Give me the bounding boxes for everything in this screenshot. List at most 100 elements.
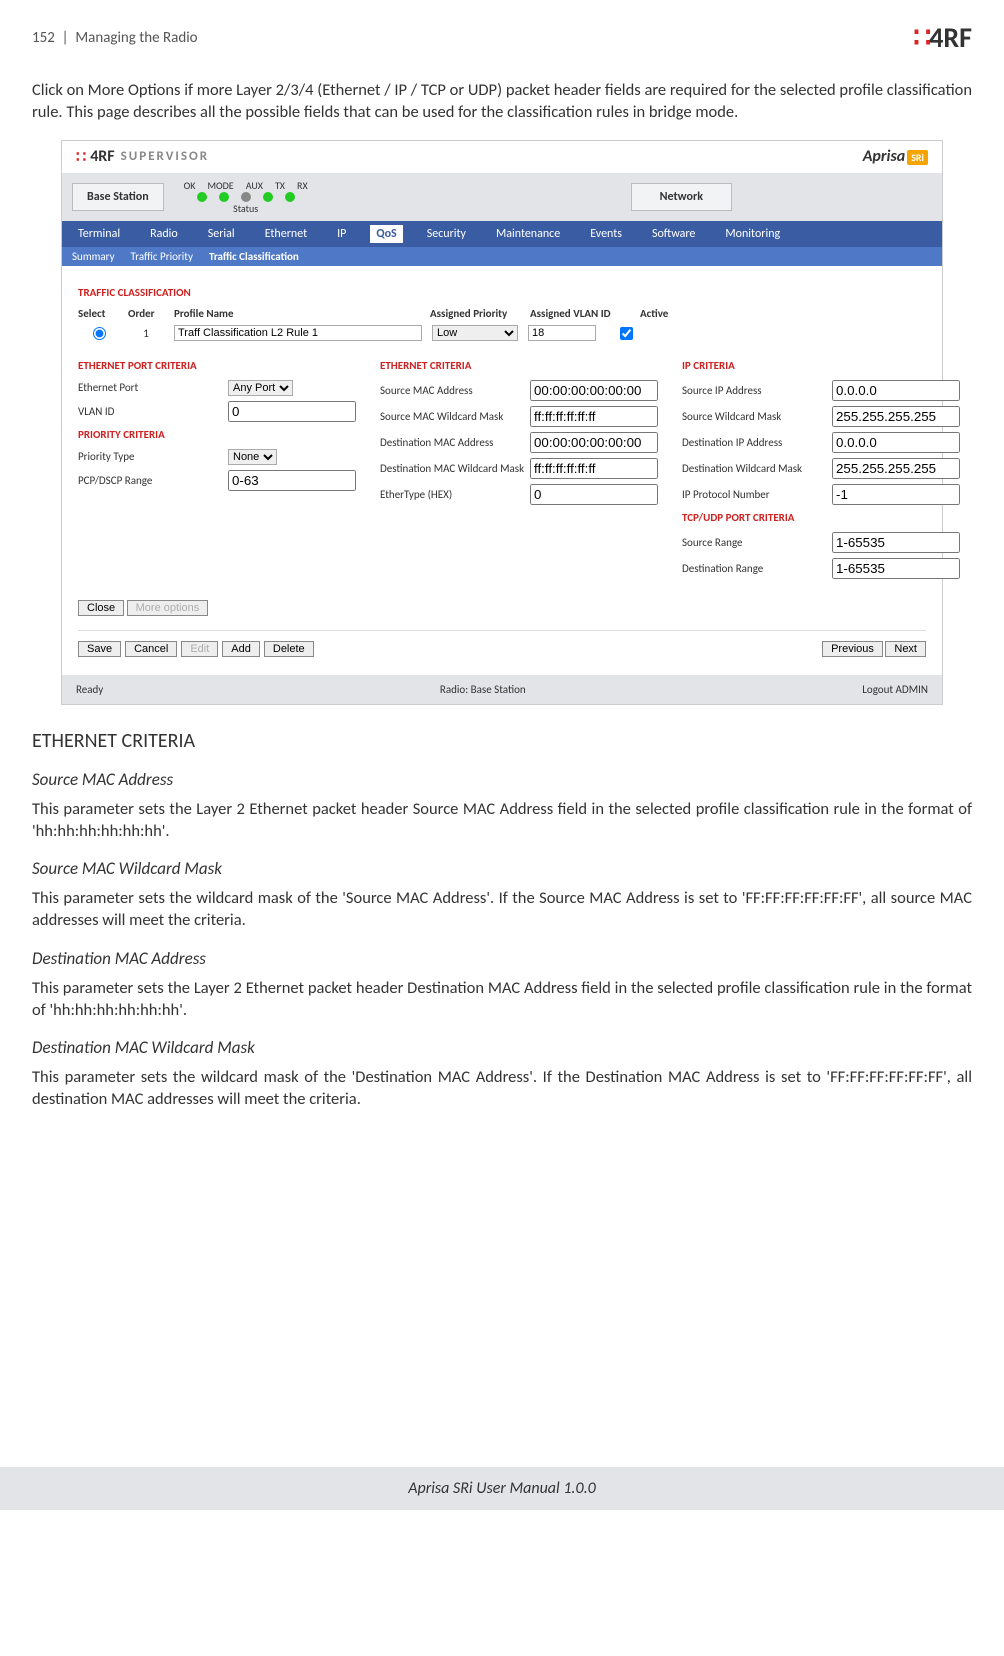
tab-radio[interactable]: Radio — [144, 225, 184, 243]
tab-software[interactable]: Software — [646, 225, 701, 243]
sec-ethernet-criteria: ETHERNET CRITERIA — [380, 359, 658, 372]
sec-tcp-udp: TCP/UDP PORT CRITERIA — [682, 511, 960, 524]
sec-priority-criteria: PRIORITY CRITERIA — [78, 428, 356, 441]
dst-wm-input[interactable] — [832, 458, 960, 479]
dst-range-input[interactable] — [832, 558, 960, 579]
heading-dst-mac-wm: Destination MAC Wildcard Mask — [32, 1037, 972, 1058]
pcp-dscp-input[interactable] — [228, 470, 356, 491]
src-mac-wm-label: Source MAC Wildcard Mask — [380, 410, 530, 423]
header-section: Managing the Radio — [75, 29, 197, 47]
tab-maintenance[interactable]: Maintenance — [490, 225, 566, 243]
subtab-traffic-classification[interactable]: Traffic Classification — [209, 250, 299, 263]
status-leds: OK MODE AUX TX RX Status — [184, 179, 308, 215]
proto-label: IP Protocol Number — [682, 488, 832, 501]
sv-brand: ∷ 4RF SUPERVISOR — [76, 147, 209, 167]
profile-name-input[interactable] — [174, 325, 422, 341]
delete-button[interactable]: Delete — [264, 641, 314, 657]
tab-serial[interactable]: Serial — [202, 225, 241, 243]
tab-ip[interactable]: IP — [331, 225, 352, 243]
more-options-button[interactable]: More options — [127, 600, 209, 616]
led-ok-icon — [197, 192, 207, 202]
footer-logout[interactable]: Logout ADMIN — [862, 683, 928, 696]
sub-nav: Summary Traffic Priority Traffic Classif… — [62, 247, 942, 266]
tab-ethernet[interactable]: Ethernet — [259, 225, 313, 243]
page-header: 152 | Managing the Radio ∷4RF — [0, 0, 1004, 63]
page-content: Click on More Options if more Layer 2/3/… — [0, 63, 1004, 1147]
main-nav: Terminal Radio Serial Ethernet IP QoS Se… — [62, 221, 942, 247]
led-aux-icon — [241, 192, 251, 202]
led-rx-icon — [285, 192, 295, 202]
ethertype-label: EtherType (HEX) — [380, 488, 530, 501]
cancel-button[interactable]: Cancel — [125, 641, 177, 657]
tab-qos[interactable]: QoS — [370, 225, 402, 243]
criteria-columns: ETHERNET PORT CRITERIA Ethernet PortAny … — [78, 353, 926, 584]
pcp-dscp-label: PCP/DSCP Range — [78, 474, 228, 487]
bottom-button-row: Save Cancel Edit Add Delete Previous Nex… — [78, 630, 926, 657]
intro-paragraph: Click on More Options if more Layer 2/3/… — [32, 79, 972, 124]
network-label: Network — [631, 183, 732, 211]
src-wm-label: Source Wildcard Mask — [682, 410, 832, 423]
priority-type-select[interactable]: None — [228, 449, 277, 465]
footer-radio: Radio: Base Station — [440, 683, 526, 696]
dst-mac-wm-input[interactable] — [530, 458, 658, 479]
assigned-priority-select[interactable]: Low — [432, 325, 518, 341]
dst-mac-wm-label: Destination MAC Wildcard Mask — [380, 462, 530, 475]
save-button[interactable]: Save — [78, 641, 121, 657]
sv-footer: Ready Radio: Base Station Logout ADMIN — [62, 675, 942, 704]
src-range-input[interactable] — [832, 532, 960, 553]
brand-aprisa: AprisaSRi — [863, 147, 928, 166]
footer-ready: Ready — [76, 683, 103, 696]
col-left: ETHERNET PORT CRITERIA Ethernet PortAny … — [78, 353, 356, 584]
src-ip-input[interactable] — [832, 380, 960, 401]
previous-button[interactable]: Previous — [822, 641, 883, 657]
status-bar: Base Station OK MODE AUX TX RX Status — [62, 173, 942, 221]
table-row: 1 Low — [78, 324, 926, 343]
src-range-label: Source Range — [682, 536, 832, 549]
dst-mac-input[interactable] — [530, 432, 658, 453]
tab-monitoring[interactable]: Monitoring — [719, 225, 786, 243]
src-mac-wm-input[interactable] — [530, 406, 658, 427]
logo-4rf: ∷4RF — [913, 20, 972, 55]
src-mac-input[interactable] — [530, 380, 658, 401]
sv-panel: TRAFFIC CLASSIFICATION Select Order Prof… — [62, 266, 942, 675]
edit-button[interactable]: Edit — [181, 641, 218, 657]
row-select-radio[interactable] — [93, 327, 106, 340]
page-number: 152 — [32, 29, 55, 47]
heading-ethernet-criteria: ETHERNET CRITERIA — [32, 729, 972, 753]
dst-mac-label: Destination MAC Address — [380, 436, 530, 449]
vlan-id-input[interactable] — [228, 401, 356, 422]
src-wm-input[interactable] — [832, 406, 960, 427]
ethernet-port-label: Ethernet Port — [78, 381, 228, 394]
heading-src-mac-wm: Source MAC Wildcard Mask — [32, 858, 972, 879]
led-tx-icon — [263, 192, 273, 202]
dst-ip-input[interactable] — [832, 432, 960, 453]
sec-ethernet-port: ETHERNET PORT CRITERIA — [78, 359, 356, 372]
add-button[interactable]: Add — [222, 641, 260, 657]
heading-src-mac: Source MAC Address — [32, 769, 972, 790]
brand-supervisor: SUPERVISOR — [121, 149, 209, 164]
dst-ip-label: Destination IP Address — [682, 436, 832, 449]
col-right: IP CRITERIA Source IP Address Source Wil… — [682, 353, 960, 584]
sec-ip-criteria: IP CRITERIA — [682, 359, 960, 372]
tab-events[interactable]: Events — [584, 225, 628, 243]
logo-dots-icon: ∷ — [913, 20, 929, 55]
brand-4rf: 4RF — [90, 147, 114, 166]
dst-wm-label: Destination Wildcard Mask — [682, 462, 832, 475]
subtab-summary[interactable]: Summary — [72, 250, 115, 263]
row-order: 1 — [128, 327, 164, 340]
tab-security[interactable]: Security — [421, 225, 472, 243]
assigned-vlan-input[interactable] — [528, 325, 596, 341]
subtab-traffic-priority[interactable]: Traffic Priority — [131, 250, 193, 263]
brand-dots-icon: ∷ — [76, 147, 84, 167]
led-mode-icon — [219, 192, 229, 202]
active-checkbox[interactable] — [620, 327, 633, 340]
status-label: Status — [233, 202, 258, 215]
next-button[interactable]: Next — [885, 641, 926, 657]
tab-terminal[interactable]: Terminal — [72, 225, 126, 243]
para-dst-mac: This parameter sets the Layer 2 Ethernet… — [32, 977, 972, 1022]
ethernet-port-select[interactable]: Any Port — [228, 380, 293, 396]
close-button[interactable]: Close — [78, 600, 124, 616]
proto-input[interactable] — [832, 484, 960, 505]
ethertype-input[interactable] — [530, 484, 658, 505]
supervisor-screenshot: ∷ 4RF SUPERVISOR AprisaSRi Base Station … — [61, 140, 943, 705]
